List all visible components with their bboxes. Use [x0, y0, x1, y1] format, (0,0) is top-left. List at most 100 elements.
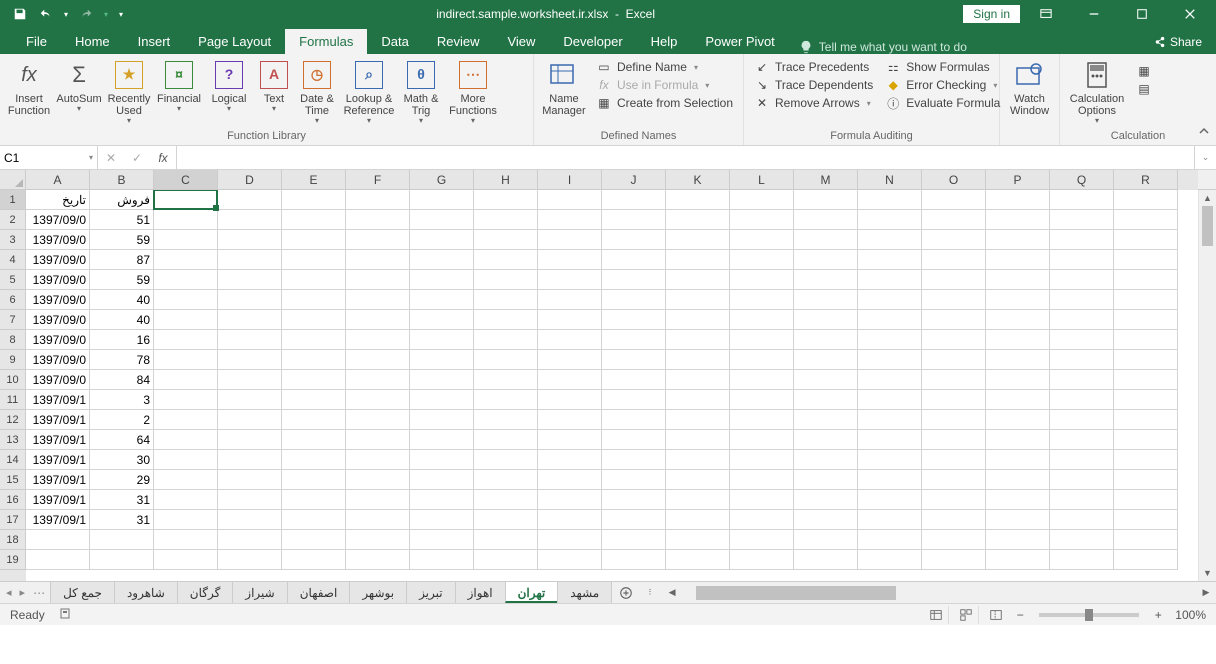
- cell-N16[interactable]: [858, 490, 922, 510]
- cell-P13[interactable]: [986, 430, 1050, 450]
- cell-C15[interactable]: [154, 470, 218, 490]
- cell-Q9[interactable]: [1050, 350, 1114, 370]
- name-manager-button[interactable]: Name Manager: [538, 57, 590, 117]
- cell-K6[interactable]: [666, 290, 730, 310]
- column-header-G[interactable]: G: [410, 170, 474, 190]
- sheet-nav-first-icon[interactable]: ◂: [6, 586, 12, 600]
- cell-Q13[interactable]: [1050, 430, 1114, 450]
- sheet-tab-7[interactable]: اهواز: [455, 582, 506, 603]
- cell-A14[interactable]: 1397/09/1: [26, 450, 90, 470]
- row-header-13[interactable]: 13: [0, 430, 26, 450]
- cell-D3[interactable]: [218, 230, 282, 250]
- cell-C13[interactable]: [154, 430, 218, 450]
- undo-dropdown-icon[interactable]: ▾: [60, 2, 72, 26]
- tab-help[interactable]: Help: [637, 29, 692, 54]
- cell-I7[interactable]: [538, 310, 602, 330]
- calculation-options-button[interactable]: Calculation Options▾: [1064, 57, 1130, 126]
- sheet-tab-2[interactable]: گرگان: [177, 582, 234, 603]
- cell-R16[interactable]: [1114, 490, 1178, 510]
- cell-F18[interactable]: [346, 530, 410, 550]
- row-header-16[interactable]: 16: [0, 490, 26, 510]
- more-functions-button[interactable]: ⋯More Functions▾: [444, 57, 502, 126]
- cell-H19[interactable]: [474, 550, 538, 570]
- cell-B14[interactable]: 30: [90, 450, 154, 470]
- cell-D6[interactable]: [218, 290, 282, 310]
- column-header-A[interactable]: A: [26, 170, 90, 190]
- cell-M9[interactable]: [794, 350, 858, 370]
- cell-R8[interactable]: [1114, 330, 1178, 350]
- cell-A1[interactable]: تاریخ: [26, 190, 90, 210]
- cell-I14[interactable]: [538, 450, 602, 470]
- cell-H18[interactable]: [474, 530, 538, 550]
- cell-C4[interactable]: [154, 250, 218, 270]
- close-icon[interactable]: [1168, 0, 1212, 28]
- cell-L14[interactable]: [730, 450, 794, 470]
- cell-E10[interactable]: [282, 370, 346, 390]
- cell-H7[interactable]: [474, 310, 538, 330]
- cell-P16[interactable]: [986, 490, 1050, 510]
- cell-C16[interactable]: [154, 490, 218, 510]
- cell-I19[interactable]: [538, 550, 602, 570]
- cell-H13[interactable]: [474, 430, 538, 450]
- normal-view-icon[interactable]: [923, 606, 949, 624]
- date-time-button[interactable]: ◷Date & Time▾: [294, 57, 340, 126]
- cell-F1[interactable]: [346, 190, 410, 210]
- cell-N2[interactable]: [858, 210, 922, 230]
- collapse-ribbon-icon[interactable]: [1198, 126, 1210, 141]
- cell-L15[interactable]: [730, 470, 794, 490]
- cell-O6[interactable]: [922, 290, 986, 310]
- cell-L13[interactable]: [730, 430, 794, 450]
- cell-O12[interactable]: [922, 410, 986, 430]
- column-header-I[interactable]: I: [538, 170, 602, 190]
- cell-N17[interactable]: [858, 510, 922, 530]
- cell-L17[interactable]: [730, 510, 794, 530]
- cell-O4[interactable]: [922, 250, 986, 270]
- cell-K18[interactable]: [666, 530, 730, 550]
- cell-F12[interactable]: [346, 410, 410, 430]
- row-header-1[interactable]: 1: [0, 190, 26, 210]
- cell-H5[interactable]: [474, 270, 538, 290]
- cell-O1[interactable]: [922, 190, 986, 210]
- cell-J2[interactable]: [602, 210, 666, 230]
- undo-icon[interactable]: [34, 2, 58, 26]
- cell-A15[interactable]: 1397/09/1: [26, 470, 90, 490]
- cell-O15[interactable]: [922, 470, 986, 490]
- cell-K13[interactable]: [666, 430, 730, 450]
- horizontal-scroll-thumb[interactable]: [696, 586, 896, 600]
- sheet-tab-0[interactable]: جمع کل: [50, 582, 115, 603]
- cell-J17[interactable]: [602, 510, 666, 530]
- cell-F9[interactable]: [346, 350, 410, 370]
- cell-O9[interactable]: [922, 350, 986, 370]
- cell-E14[interactable]: [282, 450, 346, 470]
- sheet-tab-3[interactable]: شیراز: [232, 582, 287, 603]
- page-layout-view-icon[interactable]: [953, 606, 979, 624]
- cell-Q15[interactable]: [1050, 470, 1114, 490]
- cell-A8[interactable]: 1397/09/0: [26, 330, 90, 350]
- error-checking-button[interactable]: ◆Error Checking▾: [885, 77, 1000, 93]
- cell-P6[interactable]: [986, 290, 1050, 310]
- cell-J11[interactable]: [602, 390, 666, 410]
- cell-K16[interactable]: [666, 490, 730, 510]
- cell-L6[interactable]: [730, 290, 794, 310]
- cell-B2[interactable]: 51: [90, 210, 154, 230]
- cell-A6[interactable]: 1397/09/0: [26, 290, 90, 310]
- cell-I4[interactable]: [538, 250, 602, 270]
- cell-C2[interactable]: [154, 210, 218, 230]
- cell-P7[interactable]: [986, 310, 1050, 330]
- cell-J6[interactable]: [602, 290, 666, 310]
- select-all-corner[interactable]: [0, 170, 26, 190]
- cell-D19[interactable]: [218, 550, 282, 570]
- sheet-tab-6[interactable]: تبریز: [406, 582, 456, 603]
- evaluate-formula-button[interactable]: ⓘEvaluate Formula: [885, 95, 1000, 111]
- cell-E17[interactable]: [282, 510, 346, 530]
- cell-O2[interactable]: [922, 210, 986, 230]
- cell-C12[interactable]: [154, 410, 218, 430]
- cell-F19[interactable]: [346, 550, 410, 570]
- cell-A11[interactable]: 1397/09/1: [26, 390, 90, 410]
- lookup-reference-button[interactable]: ⌕Lookup & Reference▾: [340, 57, 398, 126]
- cell-O16[interactable]: [922, 490, 986, 510]
- cell-K5[interactable]: [666, 270, 730, 290]
- cell-F8[interactable]: [346, 330, 410, 350]
- ribbon-display-options-icon[interactable]: [1024, 0, 1068, 28]
- cell-I9[interactable]: [538, 350, 602, 370]
